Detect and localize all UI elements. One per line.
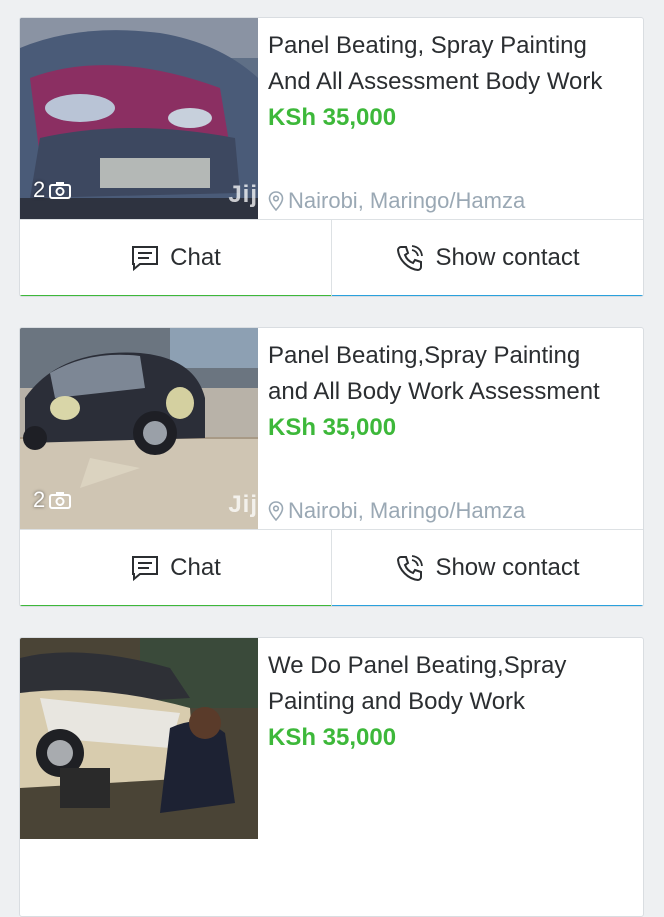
show-contact-label: Show contact — [435, 553, 580, 581]
listing-title[interactable]: Panel Beating, Spray Painting And All As… — [268, 28, 633, 100]
location-pin-icon — [268, 501, 284, 521]
photo-count-value: 2 — [33, 177, 46, 202]
listing-title-line2: And All Assessment Body Work — [268, 68, 603, 95]
listing-photo[interactable]: 2 Jij — [20, 328, 258, 529]
listing-info[interactable]: We Do Panel Beating,Spray Painting and B… — [268, 648, 633, 838]
location-pin-icon — [268, 191, 284, 211]
listing-price: KSh 35,000 — [268, 104, 397, 131]
listing-title-line1: We Do Panel Beating,Spray — [268, 652, 567, 679]
listing-location: Nairobi, Maringo/Hamza — [268, 188, 525, 214]
chat-button-label: Chat — [170, 553, 221, 581]
listing-actions: Chat Show contact — [20, 529, 643, 606]
chat-icon — [132, 245, 159, 271]
photo-count-value: 2 — [33, 487, 46, 512]
car-photo-image — [20, 638, 258, 839]
show-contact-label: Show contact — [435, 243, 580, 271]
watermark: Jij — [228, 491, 258, 518]
listing-photo[interactable] — [20, 638, 258, 839]
listing-title[interactable]: Panel Beating,Spray Painting and All Bod… — [268, 338, 633, 410]
show-contact-button[interactable]: Show contact — [332, 220, 643, 296]
chat-button[interactable]: Chat — [20, 530, 332, 606]
location-text: Nairobi, Maringo/Hamza — [288, 188, 526, 213]
chat-button-label: Chat — [170, 243, 221, 271]
chat-icon — [132, 555, 159, 581]
listing-info[interactable]: Panel Beating,Spray Painting and All Bod… — [268, 338, 633, 528]
listing-location: Nairobi, Maringo/Hamza — [268, 498, 525, 524]
show-contact-button[interactable]: Show contact — [332, 530, 643, 606]
camera-icon — [49, 182, 72, 199]
listing-card[interactable]: 2 Jij Panel Beating,Spray Painting and A… — [19, 327, 644, 607]
watermark: Jij — [228, 181, 258, 208]
listing-card[interactable]: We Do Panel Beating,Spray Painting and B… — [19, 637, 644, 917]
phone-icon — [397, 244, 424, 271]
listing-card[interactable]: 2 Jij Panel Beating, Spray Painting And … — [19, 17, 644, 297]
location-text: Nairobi, Maringo/Hamza — [288, 498, 526, 523]
listing-title-line1: Panel Beating, Spray Painting — [268, 32, 587, 59]
phone-icon — [397, 554, 424, 581]
camera-icon — [49, 492, 72, 509]
listing-title-line2: and All Body Work Assessment — [268, 378, 600, 405]
listing-photo[interactable]: 2 Jij — [20, 18, 258, 219]
listing-title-line1: Panel Beating,Spray Painting — [268, 342, 581, 369]
photo-count: 2 — [33, 177, 72, 203]
chat-button[interactable]: Chat — [20, 220, 332, 296]
listing-title[interactable]: We Do Panel Beating,Spray Painting and B… — [268, 648, 633, 720]
listing-feed: 2 Jij Panel Beating, Spray Painting And … — [0, 0, 664, 917]
photo-count: 2 — [33, 487, 72, 513]
listing-price: KSh 35,000 — [268, 724, 397, 751]
listing-info[interactable]: Panel Beating, Spray Painting And All As… — [268, 28, 633, 218]
listing-price: KSh 35,000 — [268, 414, 397, 441]
listing-actions: Chat Show contact — [20, 219, 643, 296]
listing-title-line2: Painting and Body Work — [268, 688, 526, 715]
